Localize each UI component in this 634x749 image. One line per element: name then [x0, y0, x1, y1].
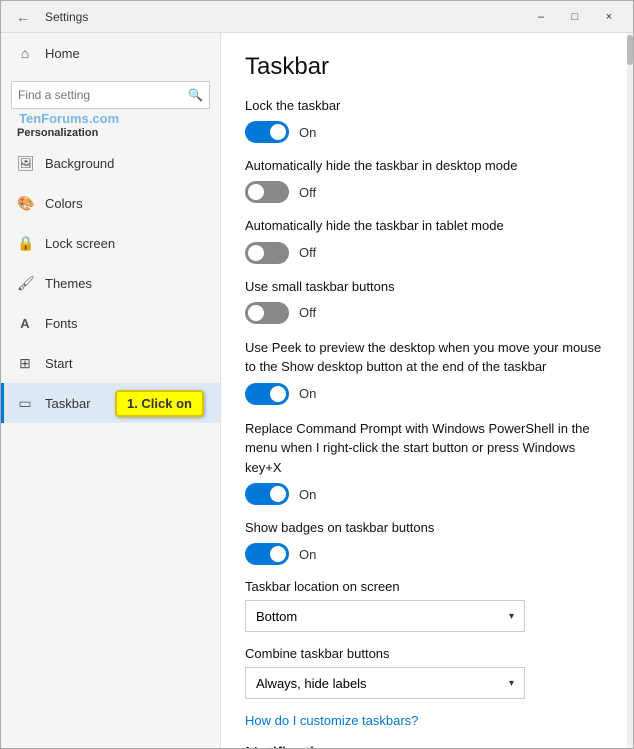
auto-hide-desktop-toggle-text: Off — [299, 185, 316, 200]
auto-hide-tablet-toggle-text: Off — [299, 245, 316, 260]
powershell-label: Replace Command Prompt with Windows Powe… — [245, 419, 609, 478]
toggle-knob — [248, 184, 264, 200]
powershell-toggle[interactable] — [245, 483, 289, 505]
home-icon: ⌂ — [17, 45, 33, 61]
peek-toggle-text: On — [299, 386, 316, 401]
main-content: Taskbar Lock the taskbar On Automaticall… — [221, 33, 633, 748]
search-box[interactable]: 🔍 — [11, 81, 210, 109]
lock-taskbar-row: On — [245, 121, 609, 143]
notification-section-title: Notification area — [245, 744, 609, 748]
sidebar-colors-label: Colors — [45, 196, 83, 211]
sidebar-item-lock-screen[interactable]: 🔒 Lock screen — [1, 223, 220, 263]
auto-hide-tablet-label: Automatically hide the taskbar in tablet… — [245, 217, 609, 235]
small-buttons-row: Off — [245, 302, 609, 324]
start-icon: ⊞ — [17, 355, 33, 372]
combine-value: Always, hide labels — [256, 676, 367, 691]
toggle-knob — [248, 305, 264, 321]
sidebar-item-start[interactable]: ⊞ Start — [1, 343, 220, 383]
location-dropdown[interactable]: Bottom ▾ — [245, 600, 525, 632]
auto-hide-desktop-toggle[interactable] — [245, 181, 289, 203]
auto-hide-tablet-toggle[interactable] — [245, 242, 289, 264]
setting-peek: Use Peek to preview the desktop when you… — [245, 338, 609, 405]
small-buttons-toggle-text: Off — [299, 305, 316, 320]
colors-icon: 🎨 — [17, 195, 33, 212]
maximize-button[interactable]: □ — [559, 3, 591, 31]
location-value: Bottom — [256, 609, 297, 624]
lock-taskbar-toggle[interactable] — [245, 121, 289, 143]
lock-screen-icon: 🔒 — [17, 235, 33, 252]
setting-auto-hide-tablet: Automatically hide the taskbar in tablet… — [245, 217, 609, 263]
lock-taskbar-toggle-text: On — [299, 125, 316, 140]
toggle-knob — [270, 124, 286, 140]
sidebar-taskbar-label: Taskbar — [45, 396, 91, 411]
back-button[interactable]: ← — [9, 3, 37, 31]
badges-toggle-text: On — [299, 547, 316, 562]
setting-powershell: Replace Command Prompt with Windows Powe… — [245, 419, 609, 506]
background-icon: 🖼 — [17, 155, 33, 172]
sidebar-section-label: Personalization — [1, 117, 220, 143]
sidebar-item-fonts[interactable]: A Fonts — [1, 303, 220, 343]
badges-row: On — [245, 543, 609, 565]
title-bar-controls: – □ × — [525, 3, 625, 31]
close-button[interactable]: × — [593, 3, 625, 31]
window-title: Settings — [45, 10, 88, 24]
sidebar-fonts-label: Fonts — [45, 316, 78, 331]
fonts-icon: A — [17, 316, 33, 331]
sidebar-themes-label: Themes — [45, 276, 92, 291]
setting-lock-taskbar: Lock the taskbar On — [245, 97, 609, 143]
badges-label: Show badges on taskbar buttons — [245, 519, 609, 537]
dropdown-arrow-location: ▾ — [509, 611, 514, 622]
location-label: Taskbar location on screen — [245, 579, 609, 594]
powershell-toggle-text: On — [299, 487, 316, 502]
location-section: Taskbar location on screen Bottom ▾ — [245, 579, 609, 632]
minimize-button[interactable]: – — [525, 3, 557, 31]
sidebar-background-label: Background — [45, 156, 114, 171]
toggle-knob — [248, 245, 264, 261]
title-bar-left: ← Settings — [9, 3, 88, 31]
search-input[interactable] — [18, 88, 188, 102]
small-buttons-label: Use small taskbar buttons — [245, 278, 609, 296]
sidebar-item-themes[interactable]: 🖌 Themes — [1, 263, 220, 303]
title-bar: ← Settings – □ × — [1, 1, 633, 33]
peek-toggle[interactable] — [245, 383, 289, 405]
sidebar-item-taskbar[interactable]: ▭ Taskbar 1. Click on — [1, 383, 220, 423]
powershell-row: On — [245, 483, 609, 505]
themes-icon: 🖌 — [17, 275, 33, 292]
sidebar-item-colors[interactable]: 🎨 Colors — [1, 183, 220, 223]
content-area: TenForums.com ⌂ Home 🔍 Personalization 🖼… — [1, 33, 633, 748]
annotation-badge-1: 1. Click on — [115, 390, 204, 417]
small-buttons-toggle[interactable] — [245, 302, 289, 324]
badges-toggle[interactable] — [245, 543, 289, 565]
customize-link[interactable]: How do I customize taskbars? — [245, 713, 609, 728]
settings-window: ← Settings – □ × TenForums.com ⌂ Home 🔍 — [0, 0, 634, 749]
sidebar: TenForums.com ⌂ Home 🔍 Personalization 🖼… — [1, 33, 221, 748]
toggle-knob — [270, 486, 286, 502]
setting-small-buttons: Use small taskbar buttons Off — [245, 278, 609, 324]
sidebar-lockscreen-label: Lock screen — [45, 236, 115, 251]
page-title: Taskbar — [245, 53, 609, 81]
auto-hide-desktop-row: Off — [245, 181, 609, 203]
search-icon: 🔍 — [188, 88, 203, 102]
combine-label: Combine taskbar buttons — [245, 646, 609, 661]
dropdown-arrow-combine: ▾ — [509, 678, 514, 689]
scroll-thumb[interactable] — [627, 35, 633, 65]
combine-section: Combine taskbar buttons Always, hide lab… — [245, 646, 609, 699]
scrollbar[interactable] — [627, 33, 633, 748]
peek-row: On — [245, 383, 609, 405]
sidebar-item-home[interactable]: ⌂ Home — [1, 33, 220, 73]
toggle-knob — [270, 386, 286, 402]
auto-hide-tablet-row: Off — [245, 242, 609, 264]
setting-auto-hide-desktop: Automatically hide the taskbar in deskto… — [245, 157, 609, 203]
toggle-knob — [270, 546, 286, 562]
setting-badges: Show badges on taskbar buttons On — [245, 519, 609, 565]
peek-label: Use Peek to preview the desktop when you… — [245, 338, 609, 377]
auto-hide-desktop-label: Automatically hide the taskbar in deskto… — [245, 157, 609, 175]
taskbar-icon: ▭ — [17, 395, 33, 412]
sidebar-home-label: Home — [45, 46, 80, 61]
sidebar-item-background[interactable]: 🖼 Background — [1, 143, 220, 183]
combine-dropdown[interactable]: Always, hide labels ▾ — [245, 667, 525, 699]
lock-taskbar-label: Lock the taskbar — [245, 97, 609, 115]
sidebar-start-label: Start — [45, 356, 72, 371]
